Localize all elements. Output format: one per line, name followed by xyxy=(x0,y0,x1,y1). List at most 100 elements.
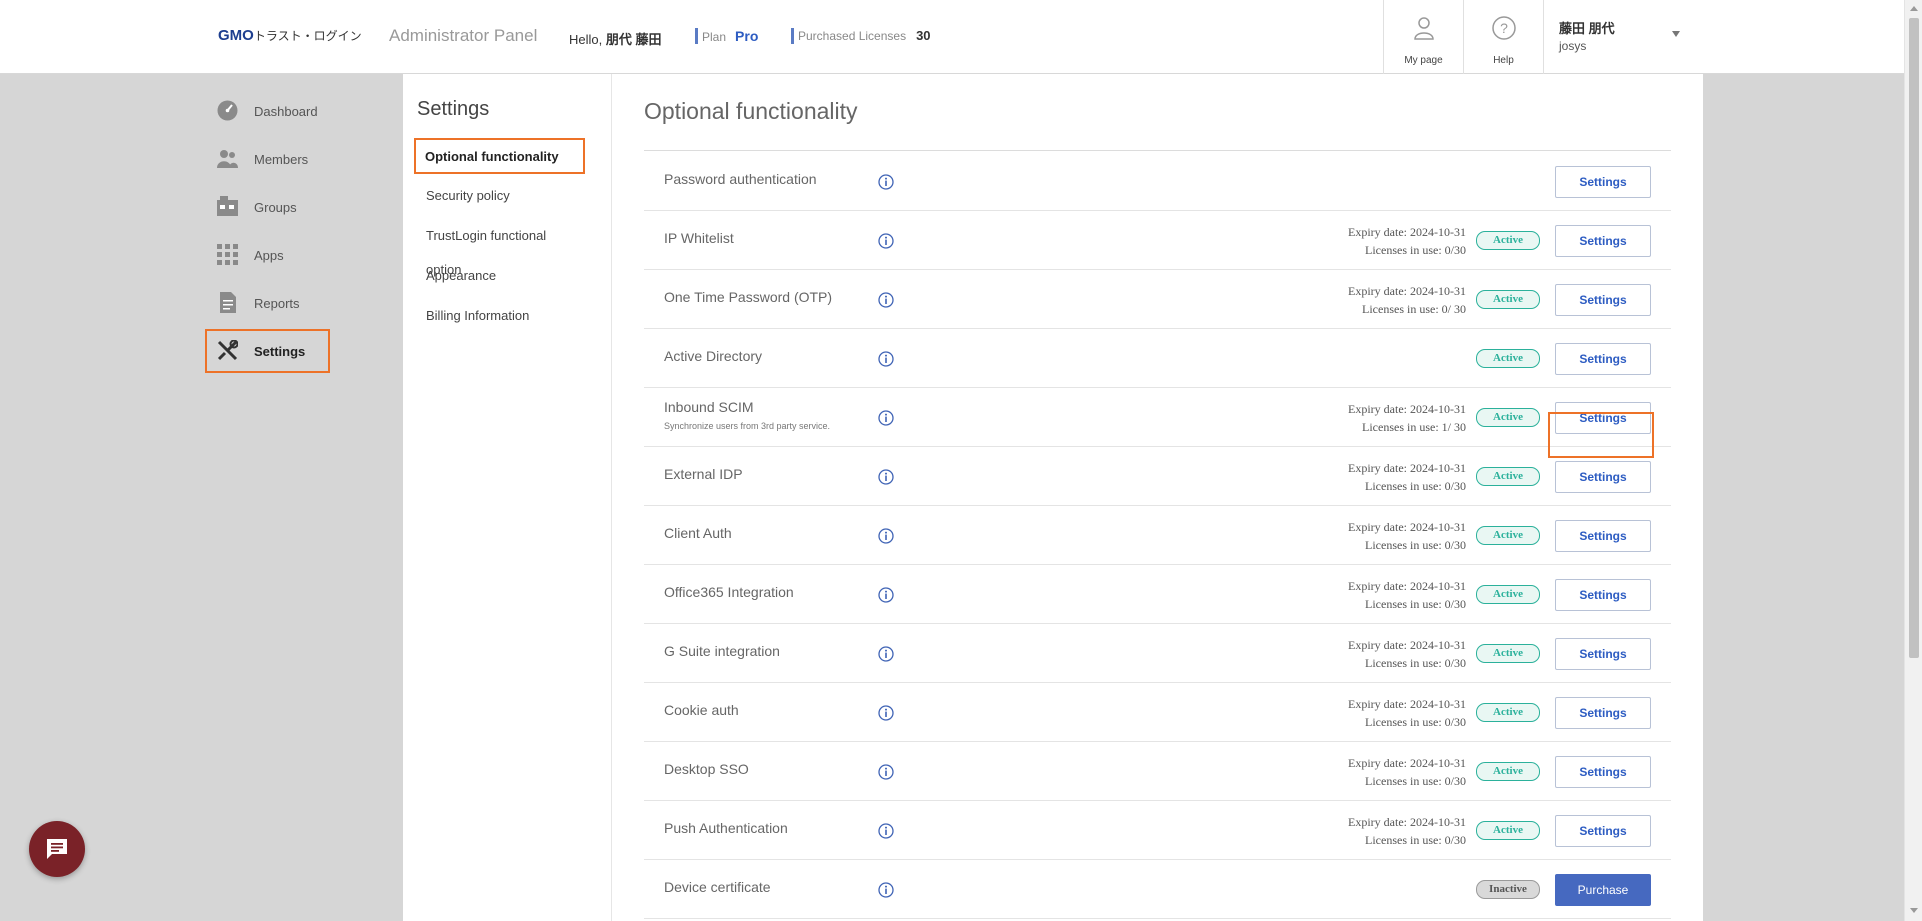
settings-button[interactable]: Settings xyxy=(1555,225,1651,257)
expiry-date: Expiry date: 2024-10-31 xyxy=(1348,815,1466,829)
expiry-date: Expiry date: 2024-10-31 xyxy=(1348,579,1466,593)
settings-button[interactable]: Settings xyxy=(1555,697,1651,729)
license-info: Expiry date: 2024-10-31 Licenses in use: … xyxy=(1348,754,1466,790)
info-icon[interactable] xyxy=(878,646,894,662)
reports-icon xyxy=(220,292,236,313)
license-info: Expiry date: 2024-10-31 Licenses in use: … xyxy=(1348,400,1466,436)
feature-row: External IDP Expiry date: 2024-10-31 Licen… xyxy=(644,447,1671,506)
scroll-thumb[interactable] xyxy=(1909,18,1919,658)
expiry-date: Expiry date: 2024-10-31 xyxy=(1348,284,1466,298)
app-title: Administrator Panel xyxy=(389,26,538,45)
nav-item-members[interactable]: Members xyxy=(205,137,330,181)
apps-icon xyxy=(217,244,238,265)
feature-name: Device certificate xyxy=(664,879,771,895)
chat-support-button[interactable] xyxy=(29,821,85,877)
my-page-button[interactable]: My page xyxy=(1383,0,1463,74)
feature-row: One Time Password (OTP) Expiry date: 2024… xyxy=(644,270,1671,329)
logo-product: トラスト・ログイン xyxy=(253,29,362,43)
gmo-trustlogin-logo[interactable]: GMOトラスト・ログイン xyxy=(218,27,362,44)
submenu-item-security-policy[interactable]: Security policy xyxy=(414,179,585,215)
settings-button[interactable]: Settings xyxy=(1555,756,1651,788)
feature-name: Password authentication xyxy=(664,171,817,187)
chat-icon xyxy=(47,839,67,859)
info-icon[interactable] xyxy=(878,292,894,308)
license-info: Expiry date: 2024-10-31 Licenses in use: … xyxy=(1348,223,1466,259)
feature-row: Active Directory Active Settings xyxy=(644,329,1671,388)
settings-button[interactable]: Settings xyxy=(1555,638,1651,670)
user-account-menu[interactable]: 藤田 朋代 josys xyxy=(1543,0,1693,74)
info-icon[interactable] xyxy=(878,528,894,544)
feature-name: G Suite integration xyxy=(664,643,780,659)
chevron-down-icon[interactable] xyxy=(1672,31,1680,37)
info-icon[interactable] xyxy=(878,351,894,367)
info-icon[interactable] xyxy=(878,233,894,249)
status-badge: Active xyxy=(1476,585,1540,604)
license-info: Expiry date: 2024-10-31 Licenses in use: … xyxy=(1348,695,1466,731)
licenses-in-use: Licenses in use: 0/30 xyxy=(1365,833,1466,847)
purchased-licenses-indicator: Purchased Licenses 30 xyxy=(791,28,931,44)
nav-item-settings[interactable]: Settings xyxy=(205,329,330,373)
info-icon[interactable] xyxy=(878,705,894,721)
feature-row: Office365 Integration Expiry date: 2024-1… xyxy=(644,565,1671,624)
settings-button[interactable]: Settings xyxy=(1555,579,1651,611)
status-badge: Active xyxy=(1476,349,1540,368)
feature-row: Password authentication Settings xyxy=(644,152,1671,211)
license-info: Expiry date: 2024-10-31 Licenses in use: … xyxy=(1348,518,1466,554)
submenu-item-optional-functionality[interactable]: Optional functionality xyxy=(414,138,585,174)
nav-item-dashboard[interactable]: Dashboard xyxy=(205,89,330,133)
settings-button[interactable]: Settings xyxy=(1555,520,1651,552)
expiry-date: Expiry date: 2024-10-31 xyxy=(1348,697,1466,711)
licenses-in-use: Licenses in use: 0/30 xyxy=(1365,774,1466,788)
title-divider xyxy=(644,150,1671,151)
status-badge: Active xyxy=(1476,231,1540,250)
expiry-date: Expiry date: 2024-10-31 xyxy=(1348,756,1466,770)
nav-item-apps[interactable]: Apps xyxy=(205,233,330,277)
nav-label-dashboard: Dashboard xyxy=(254,104,318,119)
license-info: Expiry date: 2024-10-31 Licenses in use: … xyxy=(1348,459,1466,495)
settings-button[interactable]: Settings xyxy=(1555,461,1651,493)
help-button[interactable]: ? Help xyxy=(1463,0,1543,74)
licenses-label: Purchased Licenses xyxy=(798,29,907,43)
feature-name: Push Authentication xyxy=(664,820,788,836)
purchase-button[interactable]: Purchase xyxy=(1555,874,1651,906)
settings-submenu: Settings Optional functionality Security… xyxy=(403,74,612,921)
feature-name: Office365 Integration xyxy=(664,584,794,600)
feature-name: One Time Password (OTP) xyxy=(664,289,833,305)
licenses-in-use: Licenses in use: 0/30 xyxy=(1365,715,1466,729)
settings-icon xyxy=(217,340,238,361)
licenses-value: 30 xyxy=(916,28,931,43)
info-icon[interactable] xyxy=(878,823,894,839)
license-info: Expiry date: 2024-10-31 Licenses in use: … xyxy=(1348,636,1466,672)
plan-value: Pro xyxy=(735,28,759,44)
vertical-scrollbar[interactable] xyxy=(1904,0,1922,921)
feature-row: IP Whitelist Expiry date: 2024-10-31 Licen… xyxy=(644,211,1671,270)
settings-button[interactable]: Settings xyxy=(1555,284,1651,316)
nav-item-reports[interactable]: Reports xyxy=(205,281,330,325)
licenses-in-use: Licenses in use: 0/ 30 xyxy=(1362,302,1466,316)
submenu-item-appearance[interactable]: Appearance xyxy=(414,259,585,295)
info-icon[interactable] xyxy=(878,882,894,898)
nav-item-groups[interactable]: Groups xyxy=(205,185,330,229)
page-title: Optional functionality xyxy=(644,98,858,124)
nav-label-settings: Settings xyxy=(254,344,306,359)
info-icon[interactable] xyxy=(878,469,894,485)
settings-button[interactable]: Settings xyxy=(1555,166,1651,198)
expiry-date: Expiry date: 2024-10-31 xyxy=(1348,520,1466,534)
submenu-item-billing-information[interactable]: Billing Information xyxy=(414,299,585,335)
info-icon[interactable] xyxy=(878,174,894,190)
user-icon xyxy=(1414,17,1434,40)
expiry-date: Expiry date: 2024-10-31 xyxy=(1348,225,1466,239)
info-icon[interactable] xyxy=(878,410,894,426)
logo-brand: GMO xyxy=(218,27,254,44)
my-page-label: My page xyxy=(1404,55,1443,66)
info-icon[interactable] xyxy=(878,764,894,780)
scroll-up-arrow-icon[interactable] xyxy=(1910,6,1918,11)
licenses-in-use: Licenses in use: 0/30 xyxy=(1365,597,1466,611)
submenu-item-trustlogin-functional-option[interactable]: TrustLogin functional option xyxy=(414,219,585,277)
scroll-down-arrow-icon[interactable] xyxy=(1910,908,1918,913)
info-icon[interactable] xyxy=(878,587,894,603)
settings-button[interactable]: Settings xyxy=(1555,815,1651,847)
feature-name: Inbound SCIM xyxy=(664,399,754,415)
settings-button[interactable]: Settings xyxy=(1555,343,1651,375)
feature-row: Cookie auth Expiry date: 2024-10-31 Licens… xyxy=(644,683,1671,742)
